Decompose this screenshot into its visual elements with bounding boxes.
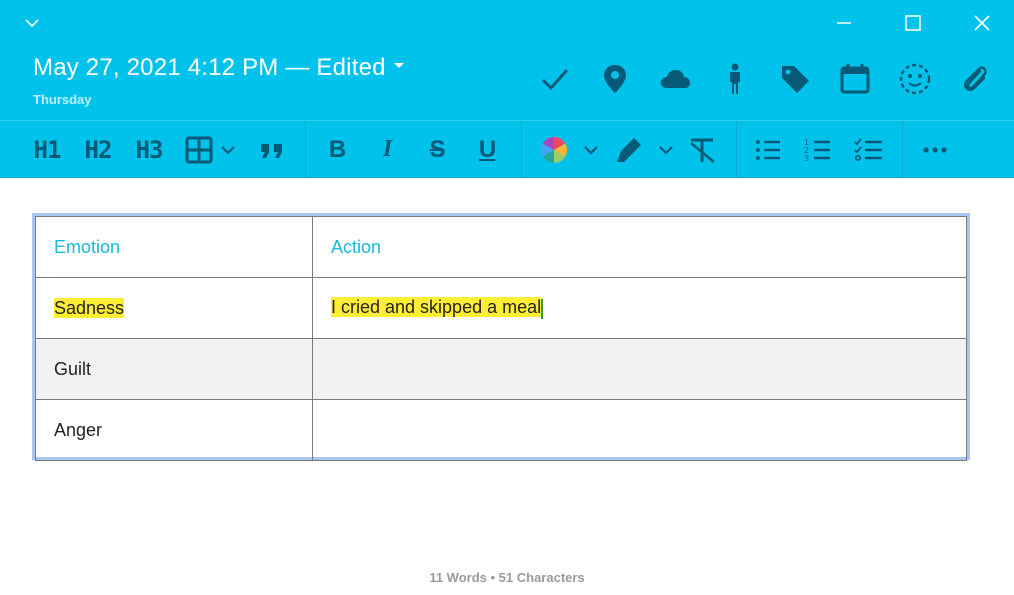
table-options-chevron[interactable] [220,121,236,178]
chevron-down-icon [221,145,235,155]
close-button[interactable] [962,6,1002,40]
emoji-icon [899,63,931,95]
chevron-down-icon [659,145,673,155]
attach-button[interactable] [954,58,996,100]
clear-format-button[interactable] [686,121,718,178]
cloud-icon [660,70,690,88]
calendar-icon [840,64,870,94]
table-row: Anger [35,399,967,461]
highlighted-text: Sadness [54,297,125,318]
heading3-label: H3 [135,135,164,164]
checkmark-icon [541,69,569,91]
close-icon [974,15,990,31]
svg-text:3: 3 [804,154,809,163]
toolbar-divider [902,121,903,178]
table-header-cell[interactable]: Action [312,216,967,278]
date-dropdown[interactable]: May 27, 2021 4:12 PM — Edited [33,54,404,82]
minimize-icon [837,22,851,24]
heading1-label: H1 [33,135,62,164]
strikethrough-button[interactable]: S [422,121,452,178]
calendar-button[interactable] [834,58,876,100]
paperclip-icon [964,66,987,91]
heading2-label: H2 [84,135,113,164]
more-icon [923,146,947,153]
entry-day: Thursday [33,92,92,107]
table-cell[interactable]: Guilt [35,338,313,400]
heading1-button[interactable]: H1 [30,121,64,178]
toolbar-divider [305,121,306,178]
text-color-button[interactable] [537,121,571,178]
color-wheel-icon [540,136,568,163]
weather-button[interactable] [654,58,696,100]
location-button[interactable] [594,58,636,100]
title-header: May 27, 2021 4:12 PM — Edited Thursday [0,0,1014,120]
person-icon [730,63,740,94]
tag-icon [782,66,809,93]
clear-format-icon [690,138,715,163]
numbered-list-button[interactable]: 123 [802,121,834,178]
table-header-row: Emotion Action [35,216,967,278]
minimize-button[interactable] [824,6,864,40]
bullet-list-button[interactable] [752,121,784,178]
bold-label: B [328,135,346,163]
table-cell[interactable] [312,399,967,461]
chevron-down-icon [25,19,39,28]
maximize-button[interactable] [893,6,933,40]
strikethrough-label: S [429,135,445,163]
bold-button[interactable]: B [322,121,352,178]
numbered-list-icon: 123 [804,138,830,163]
text-color-chevron[interactable] [583,121,599,178]
table-header-cell[interactable]: Emotion [35,216,313,278]
menu-chevron-button[interactable] [12,6,52,40]
italic-label: I [382,136,392,162]
text-cursor [541,298,544,319]
entry-date: May 27, 2021 4:12 PM — Edited [33,54,386,81]
mood-button[interactable] [894,58,936,100]
bullet-list-icon [756,139,780,160]
activity-button[interactable] [714,58,756,100]
table-cell[interactable] [312,338,967,400]
checklist-button[interactable] [852,121,886,178]
highlight-chevron[interactable] [658,121,674,178]
quote-icon [261,143,282,158]
heading2-button[interactable]: H2 [80,121,116,178]
highlight-button[interactable] [612,121,646,178]
caret-down-icon [393,62,404,68]
word-count-status: 11 Words • 51 Characters [429,570,585,585]
highlighted-text: I cried and skipped a meal [331,297,542,318]
chevron-down-icon [584,145,598,155]
formatting-toolbar: H1 H2 H3 B I S U 123 [0,120,1014,178]
emotion-action-table: Emotion Action Sadness I cried and skipp… [35,216,967,461]
table-button[interactable] [182,121,216,178]
highlighter-icon [617,137,641,162]
underline-label: U [478,135,496,163]
quote-button[interactable] [257,121,287,178]
table-cell[interactable]: Sadness [35,277,313,339]
table-cell[interactable]: Anger [35,399,313,461]
checklist-icon [854,137,882,161]
done-button[interactable] [534,58,576,100]
more-options-button[interactable] [918,121,952,178]
tags-button[interactable] [774,58,816,100]
table-row: Guilt [35,338,967,400]
toolbar-divider [521,121,522,178]
document-table-wrapper: Emotion Action Sadness I cried and skipp… [32,213,970,461]
table-icon [185,136,213,163]
location-pin-icon [604,65,626,93]
underline-button[interactable]: U [472,121,502,178]
heading3-button[interactable]: H3 [131,121,167,178]
toolbar-divider [736,121,737,178]
table-cell[interactable]: I cried and skipped a meal [312,277,967,339]
maximize-icon [905,15,921,31]
italic-button[interactable]: I [372,121,402,178]
table-row: Sadness I cried and skipped a meal [35,277,967,339]
